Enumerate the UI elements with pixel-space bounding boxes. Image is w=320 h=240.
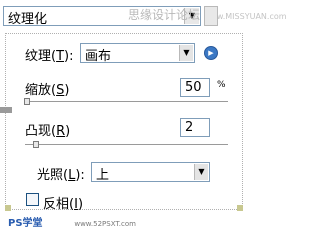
scaling-input[interactable]: 50 xyxy=(180,78,210,97)
scaling-label: 缩放(S) xyxy=(25,83,70,98)
scaling-slider-thumb[interactable] xyxy=(24,98,30,105)
chevron-down-icon[interactable]: ▼ xyxy=(194,164,208,180)
texture-select-value: 画布 xyxy=(85,49,112,64)
texture-menu-button[interactable]: ▶ xyxy=(204,46,218,60)
filter-select-extra-button[interactable] xyxy=(204,6,218,26)
filter-select-value: 纹理化 xyxy=(8,12,48,27)
relief-label: 凸现(R) xyxy=(25,124,71,139)
relief-slider-thumb[interactable] xyxy=(33,141,39,148)
light-select[interactable]: 上 ▼ xyxy=(91,162,210,183)
invert-checkbox[interactable] xyxy=(26,193,39,206)
corner-mark-bottom-right xyxy=(237,205,243,211)
corner-mark-bottom-left xyxy=(5,205,11,211)
chevron-down-icon[interactable]: ▼ xyxy=(179,45,193,61)
texture-label: 纹理(T): xyxy=(25,49,74,64)
light-select-value: 上 xyxy=(96,168,110,183)
scaling-slider-track[interactable] xyxy=(25,101,228,102)
light-label: 光照(L): xyxy=(37,168,85,183)
relief-slider-track[interactable] xyxy=(25,144,228,145)
relief-input[interactable]: 2 xyxy=(180,118,210,137)
bottom-watermark: PS学堂 www.52PSXT.com xyxy=(8,218,136,229)
scaling-unit: % xyxy=(217,80,226,90)
texture-select[interactable]: 画布 ▼ xyxy=(80,43,195,64)
left-resize-handle[interactable] xyxy=(0,107,12,113)
invert-label: 反相(I) xyxy=(43,197,84,212)
